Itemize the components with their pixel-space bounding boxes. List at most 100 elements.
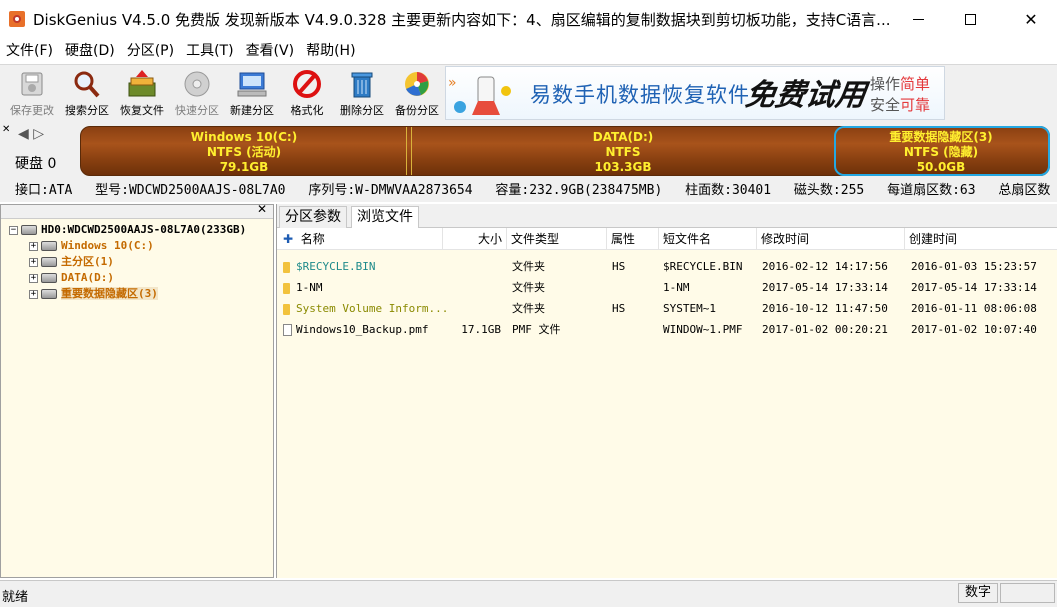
close-button[interactable]: ✕	[1005, 0, 1057, 38]
backup-icon	[401, 69, 433, 99]
new-partition-button[interactable]: 新建分区	[224, 67, 280, 121]
pin-close-icon[interactable]: ✕	[2, 124, 10, 135]
tree-item-label: 重要数据隐藏区(3)	[61, 287, 158, 300]
banner-slogan-1: 操作简单	[870, 73, 930, 94]
partition-segment-c[interactable]: Windows 10(C:) NTFS (活动) 79.1GB	[81, 127, 407, 175]
file-list: ✚ 名称 大小 文件类型 属性 短文件名 修改时间 创建时间 $RECYCLE.…	[277, 228, 1057, 578]
file-row[interactable]: 1-NM 文件夹 1-NM 2017-05-14 17:33:14 2017-0…	[277, 277, 1057, 298]
search-icon	[71, 69, 103, 99]
file-type: 文件夹	[512, 302, 545, 315]
tab-partition-params[interactable]: 分区参数	[279, 206, 347, 228]
info-model: 型号:WDCWD2500AAJS-08L7A0	[95, 183, 286, 198]
tree-disk-node[interactable]: − HD0:WDCWD2500AAJS-08L7A0(233GB)	[1, 222, 273, 238]
status-bar: 就绪 数字	[0, 580, 1057, 607]
file-name: 1-NM	[296, 281, 323, 294]
info-heads: 磁头数:255	[793, 183, 865, 198]
save-changes-button[interactable]: 保存更改	[4, 67, 60, 121]
ad-banner[interactable]: » 易数手机数据恢复软件 免费试用 操作简单 安全可靠	[445, 66, 945, 120]
file-icon	[283, 324, 292, 336]
disk-nav: ◀ ▷	[18, 126, 44, 142]
tree-close-icon[interactable]: ✕	[257, 202, 267, 216]
prev-disk-icon[interactable]: ◀	[18, 126, 29, 142]
format-button[interactable]: 格式化	[279, 67, 335, 121]
menu-view[interactable]: 查看(V)	[240, 38, 301, 64]
banner-title: 易数手机数据恢复软件	[530, 83, 750, 107]
file-modified: 2017-01-02 00:20:21	[762, 323, 888, 336]
expand-icon[interactable]: +	[29, 241, 38, 251]
slogan-2a: 安全	[870, 96, 901, 114]
col-name[interactable]: ✚ 名称	[277, 228, 443, 250]
minimize-button[interactable]	[892, 0, 944, 38]
quick-partition-button[interactable]: 快速分区	[169, 67, 225, 121]
menu-help[interactable]: 帮助(H)	[300, 38, 361, 64]
format-label: 格式化	[290, 104, 324, 117]
tree-item[interactable]: + 主分区(1)	[1, 254, 273, 270]
file-size: 17.1GB	[461, 323, 501, 336]
info-sectors: 每道扇区数:63	[887, 183, 976, 198]
tree-item[interactable]: + Windows 10(C:)	[1, 238, 273, 254]
menu-bar: 文件(F) 硬盘(D) 分区(P) 工具(T) 查看(V) 帮助(H)	[0, 38, 1057, 64]
menu-tools[interactable]: 工具(T)	[180, 38, 239, 64]
new-partition-icon	[236, 69, 268, 99]
folder-icon	[283, 261, 290, 273]
file-name: $RECYCLE.BIN	[296, 260, 376, 273]
search-partition-button[interactable]: 搜索分区	[59, 67, 115, 121]
next-disk-icon[interactable]: ▷	[33, 126, 44, 142]
expand-icon[interactable]: +	[29, 273, 38, 283]
col-type[interactable]: 文件类型	[507, 228, 607, 250]
info-cylinders: 柱面数:30401	[685, 183, 772, 198]
collapse-icon[interactable]: −	[9, 225, 18, 235]
app-icon	[9, 11, 25, 27]
col-name-label: 名称	[300, 232, 325, 246]
tree-item-label: 主分区(1)	[61, 255, 114, 268]
menu-disk[interactable]: 硬盘(D)	[59, 38, 121, 64]
file-name-cell: Windows10_Backup.pmf	[283, 319, 428, 340]
col-short-name[interactable]: 短文件名	[659, 228, 757, 250]
col-created[interactable]: 创建时间	[905, 228, 1057, 250]
partition-c-fs: NTFS (活动)	[206, 145, 282, 159]
tree-item[interactable]: + DATA(D:)	[1, 270, 273, 286]
file-type: PMF 文件	[512, 323, 561, 336]
search-partition-label: 搜索分区	[65, 104, 109, 117]
col-modified[interactable]: 修改时间	[757, 228, 905, 250]
quick-partition-icon	[181, 69, 213, 99]
partition-icon	[41, 273, 57, 283]
recover-files-button[interactable]: 恢复文件	[114, 67, 170, 121]
menu-file[interactable]: 文件(F)	[0, 38, 59, 64]
file-row[interactable]: Windows10_Backup.pmf 17.1GB PMF 文件 WINDO…	[277, 319, 1057, 340]
expand-icon[interactable]: +	[29, 257, 38, 267]
backup-partition-button[interactable]: 备份分区	[389, 67, 445, 121]
partition-segment-d[interactable]: DATA(D:) NTFS 103.3GB	[413, 127, 833, 175]
col-attr[interactable]: 属性	[607, 228, 659, 250]
file-created: 2017-01-02 10:07:40	[911, 323, 1037, 336]
disk-tree-panel: ✕ − HD0:WDCWD2500AAJS-08L7A0(233GB) + Wind…	[0, 202, 274, 578]
info-capacity: 容量:232.9GB(238475MB)	[495, 183, 663, 198]
file-name: Windows10_Backup.pmf	[296, 323, 429, 336]
file-created: 2016-01-03 15:23:57	[911, 260, 1037, 273]
file-modified: 2016-02-12 14:17:56	[762, 260, 888, 273]
partition-icon	[41, 289, 57, 299]
file-row[interactable]: System Volume Inform... 文件夹 HS SYSTEM~1 …	[277, 298, 1057, 319]
file-short-name: 1-NM	[663, 281, 690, 294]
delete-partition-button[interactable]: 删除分区	[334, 67, 390, 121]
maximize-button[interactable]	[944, 0, 996, 38]
file-type: 文件夹	[512, 281, 545, 294]
file-name-cell: System Volume Inform...	[283, 298, 448, 319]
tree-disk-label: HD0:WDCWD2500AAJS-08L7A0(233GB)	[41, 223, 247, 236]
up-arrow-icon[interactable]: ✚	[283, 232, 293, 246]
col-size[interactable]: 大小	[443, 228, 507, 250]
file-row[interactable]: $RECYCLE.BIN 文件夹 HS $RECYCLE.BIN 2016-02…	[277, 256, 1057, 277]
tree-item-selected[interactable]: + 重要数据隐藏区(3)	[1, 286, 273, 302]
menu-partition[interactable]: 分区(P)	[121, 38, 180, 64]
file-short-name: $RECYCLE.BIN	[663, 260, 743, 273]
backup-partition-label: 备份分区	[395, 104, 439, 117]
partition-d-size: 103.3GB	[594, 160, 652, 174]
expand-icon[interactable]: +	[29, 289, 38, 299]
tab-strip: 分区参数 浏览文件	[277, 204, 1057, 229]
content-panel: 分区参数 浏览文件 ✚ 名称 大小 文件类型 属性 短文件名 修改时间 创建时间…	[276, 204, 1057, 578]
numlock-indicator: 数字	[958, 583, 998, 603]
tab-browse-files[interactable]: 浏览文件	[351, 206, 419, 229]
title-bar: DiskGenius V4.5.0 免费版 发现新版本 V4.9.0.328 主…	[0, 0, 1057, 38]
info-serial: 序列号:W-DMWVAA2873654	[308, 183, 473, 198]
status-text: 就绪	[2, 590, 29, 605]
